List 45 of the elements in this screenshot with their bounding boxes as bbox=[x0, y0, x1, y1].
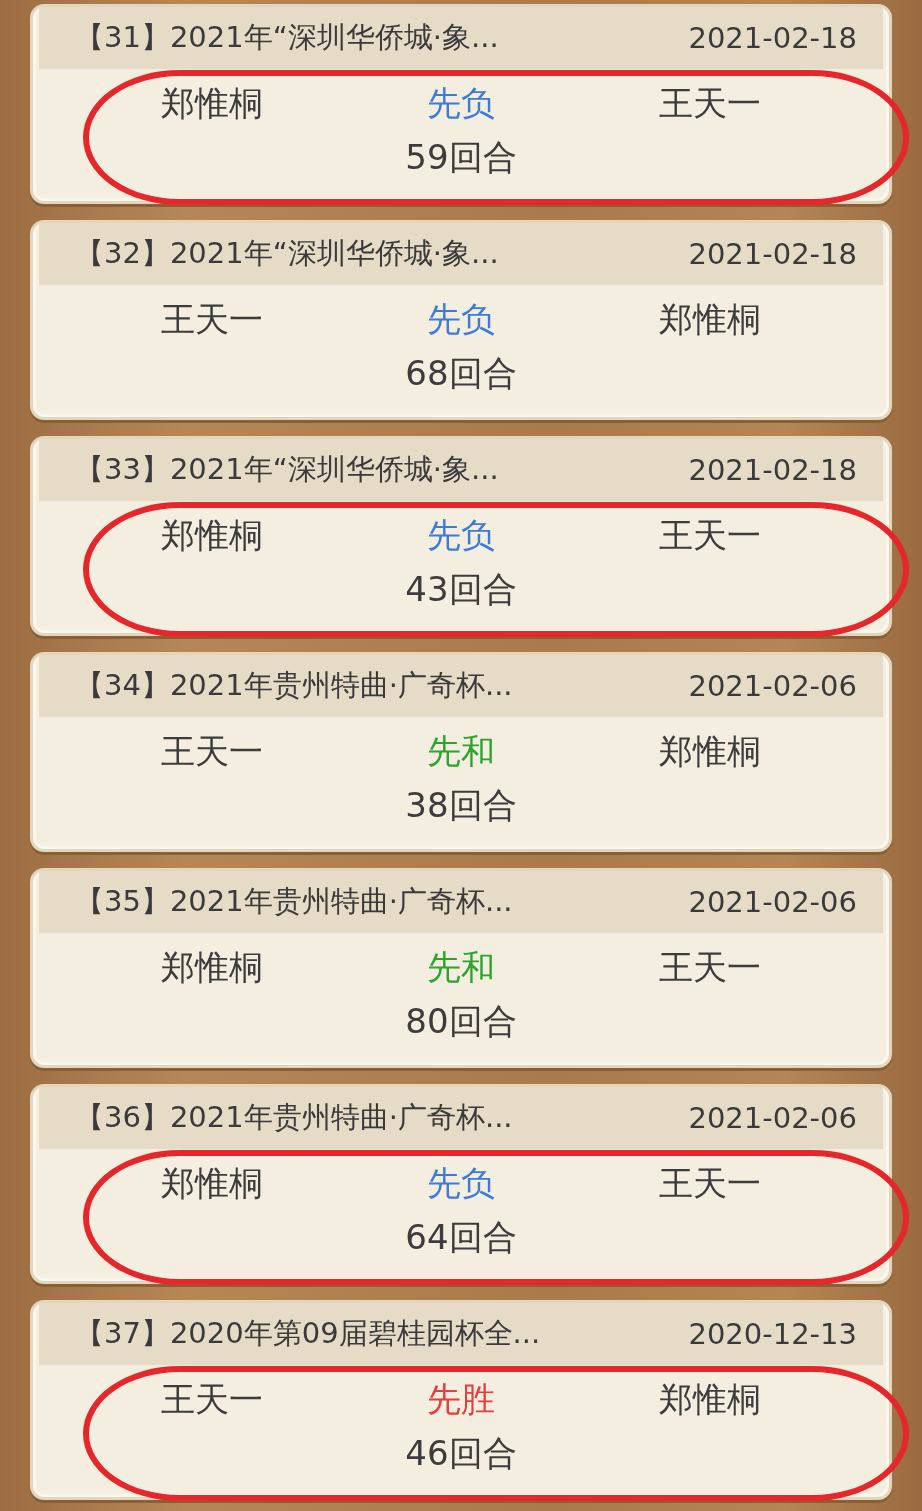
game-date: 2021-02-06 bbox=[688, 1101, 857, 1135]
event-title: 【36】2021年贵州特曲·广奇杯... bbox=[75, 1099, 513, 1136]
event-title: 【37】2020年第09届碧桂园杯全... bbox=[75, 1315, 541, 1352]
player-name: 郑惟桐 bbox=[658, 298, 761, 341]
player-name: 王天一 bbox=[658, 82, 761, 125]
player-name: 王天一 bbox=[161, 730, 264, 773]
move-count: 43回合 bbox=[405, 569, 517, 609]
player-name: 王天一 bbox=[658, 946, 761, 989]
game-date: 2021-02-18 bbox=[688, 453, 857, 487]
move-count: 59回合 bbox=[405, 137, 517, 177]
game-date: 2020-12-13 bbox=[688, 1317, 857, 1351]
move-count: 38回合 bbox=[405, 785, 517, 825]
player-name: 郑惟桐 bbox=[658, 730, 761, 773]
game-result: 先负 bbox=[427, 298, 495, 341]
move-count: 46回合 bbox=[405, 1433, 517, 1473]
event-title: 【33】2021年“深圳华侨城·象... bbox=[75, 451, 499, 488]
move-count: 64回合 bbox=[405, 1217, 517, 1257]
player-name: 郑惟桐 bbox=[161, 1162, 264, 1205]
event-title: 【31】2021年“深圳华侨城·象... bbox=[75, 19, 499, 56]
game-date: 2021-02-06 bbox=[688, 669, 857, 703]
move-count: 68回合 bbox=[405, 353, 517, 393]
event-title: 【34】2021年贵州特曲·广奇杯... bbox=[75, 667, 513, 704]
game-result: 先负 bbox=[427, 514, 495, 557]
event-title: 【32】2021年“深圳华侨城·象... bbox=[75, 235, 499, 272]
player-name: 郑惟桐 bbox=[161, 82, 264, 125]
player-name: 王天一 bbox=[161, 298, 264, 341]
event-title: 【35】2021年贵州特曲·广奇杯... bbox=[75, 883, 513, 920]
game-result: 先和 bbox=[427, 730, 495, 773]
game-result: 先胜 bbox=[427, 1378, 495, 1421]
player-name: 郑惟桐 bbox=[658, 1378, 761, 1421]
player-name: 郑惟桐 bbox=[161, 946, 264, 989]
game-date: 2021-02-18 bbox=[688, 237, 857, 271]
game-card[interactable]: 【35】2021年贵州特曲·广奇杯... 2021-02-06 郑惟桐 先和 王天一 80回合 bbox=[30, 868, 892, 1068]
player-name: 王天一 bbox=[658, 514, 761, 557]
game-result: 先负 bbox=[427, 82, 495, 125]
player-name: 王天一 bbox=[161, 1378, 264, 1421]
game-date: 2021-02-18 bbox=[688, 21, 857, 55]
player-name: 王天一 bbox=[658, 1162, 761, 1205]
player-name: 郑惟桐 bbox=[161, 514, 264, 557]
game-result: 先负 bbox=[427, 1162, 495, 1205]
move-count: 80回合 bbox=[405, 1001, 517, 1041]
game-card[interactable]: 【34】2021年贵州特曲·广奇杯... 2021-02-06 王天一 先和 郑惟桐 38回合 bbox=[30, 652, 892, 852]
game-result: 先和 bbox=[427, 946, 495, 989]
game-date: 2021-02-06 bbox=[688, 885, 857, 919]
game-card[interactable]: 【32】2021年“深圳华侨城·象... 2021-02-18 王天一 先负 郑惟桐 68回合 bbox=[30, 220, 892, 420]
